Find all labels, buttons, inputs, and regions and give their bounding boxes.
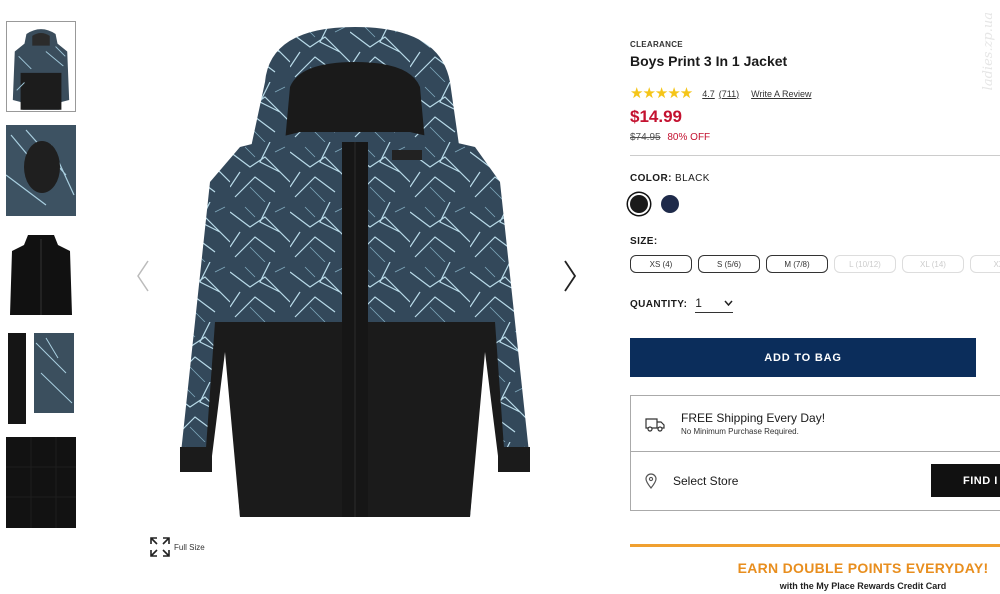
review-count-link[interactable]: (711)	[719, 89, 739, 99]
divider	[630, 155, 1000, 156]
size-option-l[interactable]: L (10/12)	[834, 255, 896, 273]
fabric-detail-thumb-image	[6, 437, 76, 528]
original-price: $74.95	[630, 132, 661, 143]
shipping-row: FREE Shipping Every Day! No Minimum Purc…	[631, 396, 1000, 452]
promo-headline: EARN DOUBLE POINTS EVERYDAY!	[737, 560, 989, 576]
swatch-navy[interactable]	[661, 195, 679, 213]
size-option-s[interactable]: S (5/6)	[698, 255, 760, 273]
prev-image-arrow-icon[interactable]	[134, 258, 152, 294]
shipping-title: FREE Shipping Every Day!	[681, 411, 826, 425]
size-option-m[interactable]: M (7/8)	[766, 255, 828, 273]
write-review-link[interactable]: Write A Review	[751, 89, 811, 99]
original-price-row: $74.95 80% OFF	[630, 132, 1000, 143]
jacket-front-thumb-image	[7, 22, 75, 111]
size-options: XS (4) S (5/6) M (7/8) L (10/12) XL (14)…	[630, 255, 1000, 273]
chevron-down-icon	[724, 300, 733, 306]
quantity-label: QUANTITY:	[630, 299, 688, 310]
thumbnail-fleece-liner[interactable]	[6, 229, 76, 320]
shipping-subtitle: No Minimum Purchase Required.	[681, 427, 799, 436]
quantity-select[interactable]: 1	[695, 296, 734, 313]
select-store-label[interactable]: Select Store	[673, 474, 738, 488]
thumbnail-fabric-detail[interactable]	[6, 437, 76, 528]
rewards-promo[interactable]: EARN DOUBLE POINTS EVERYDAY! with the My…	[630, 544, 1000, 591]
color-label-row: COLOR: BLACK	[630, 173, 1000, 184]
sale-price: $14.99	[630, 107, 682, 126]
thumbnail-front[interactable]	[6, 21, 76, 112]
find-store-button[interactable]: FIND I	[931, 464, 1000, 497]
size-option-xl[interactable]: XL (14)	[902, 255, 964, 273]
expand-icon	[150, 537, 170, 557]
quantity-value: 1	[695, 296, 702, 310]
rating-value-link[interactable]: 4.7	[702, 89, 715, 99]
size-option-xxl[interactable]: XXL	[970, 255, 1000, 273]
color-label: COLOR:	[630, 173, 672, 184]
fleece-liner-thumb-image	[6, 229, 76, 320]
sleeve-detail-thumb-image	[6, 333, 76, 424]
color-selected-value: BLACK	[675, 173, 710, 184]
location-pin-icon	[645, 473, 657, 489]
thumbnail-sleeve-detail[interactable]	[6, 333, 76, 424]
thumbnail-collar-detail[interactable]	[6, 125, 76, 216]
store-row: Select Store FIND I	[631, 452, 1000, 510]
next-image-arrow-icon[interactable]	[561, 258, 579, 294]
thumbnail-rail	[6, 21, 77, 541]
add-to-bag-button[interactable]: ADD TO BAG	[630, 338, 976, 377]
color-swatches	[630, 195, 1000, 213]
product-info-panel: CLEARANCE Boys Print 3 In 1 Jacket ★★★★★…	[630, 40, 1000, 511]
full-size-label: Full Size	[174, 542, 205, 552]
size-label: SIZE:	[630, 236, 658, 247]
collar-detail-thumb-image	[6, 125, 76, 216]
product-title: Boys Print 3 In 1 Jacket	[630, 53, 788, 69]
rating-stars-icon: ★★★★★	[630, 85, 693, 102]
main-product-image[interactable]	[170, 22, 540, 527]
quantity-row: QUANTITY: 1	[630, 296, 1000, 313]
watermark: ladies.zp.ua	[981, 12, 996, 91]
jacket-image	[180, 27, 530, 517]
fulfillment-box: FREE Shipping Every Day! No Minimum Purc…	[630, 395, 1000, 511]
size-option-xs[interactable]: XS (4)	[630, 255, 692, 273]
full-size-button[interactable]: Full Size	[150, 537, 205, 557]
shipping-text: FREE Shipping Every Day! No Minimum Purc…	[681, 411, 825, 436]
clearance-tag: CLEARANCE	[630, 40, 683, 49]
discount-label: 80% OFF	[667, 132, 711, 143]
rating-row: ★★★★★ 4.7 (711) Write A Review	[630, 86, 1000, 101]
swatch-black[interactable]	[630, 195, 648, 213]
promo-subline: with the My Place Rewards Credit Card	[779, 581, 947, 591]
truck-icon	[645, 417, 665, 432]
